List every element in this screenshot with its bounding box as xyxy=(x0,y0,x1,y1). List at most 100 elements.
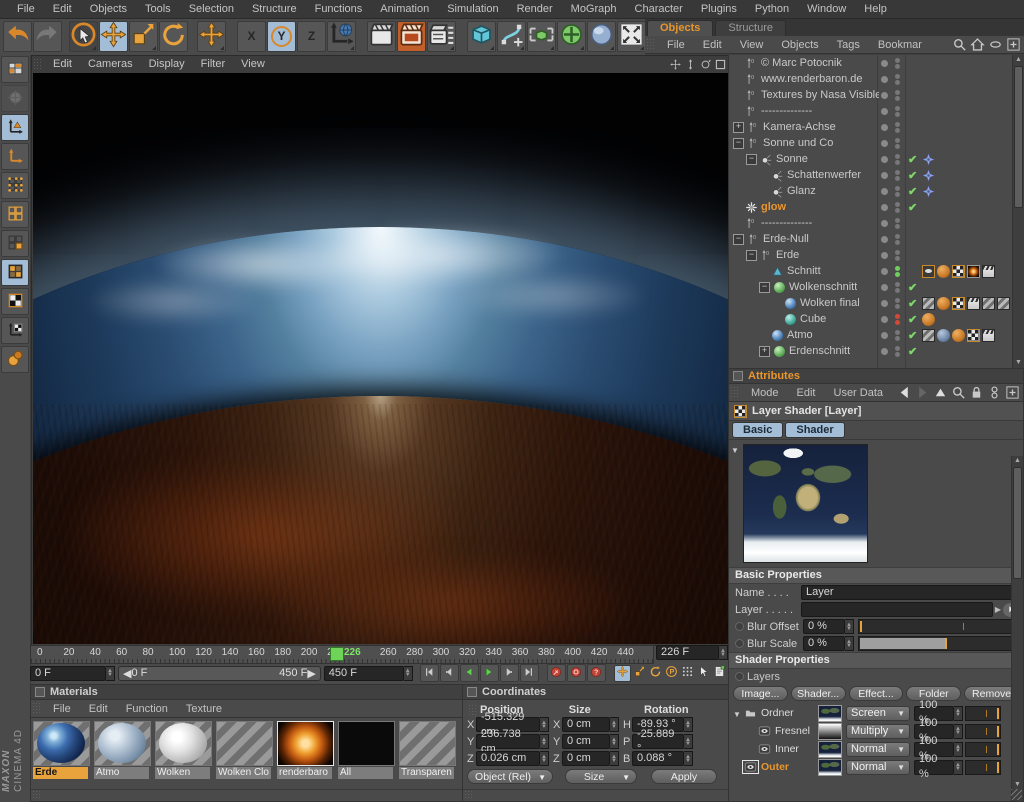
menu-animation[interactable]: Animation xyxy=(371,3,438,15)
blend-mode-dropdown[interactable]: Multiply▼ xyxy=(846,724,910,739)
visibility-toggles[interactable] xyxy=(895,217,900,229)
window-icon[interactable] xyxy=(35,687,45,697)
tree-row[interactable]: −0Sonne und Co xyxy=(729,135,1024,151)
back-button[interactable] xyxy=(897,385,912,400)
position-y-field[interactable]: 236.738 cm xyxy=(476,734,540,749)
attributes-tab-shader[interactable]: Shader xyxy=(785,422,844,438)
layer-dot[interactable] xyxy=(881,172,888,179)
move-button[interactable] xyxy=(99,21,128,52)
layer-dot[interactable] xyxy=(881,60,888,67)
loop-end-field-value[interactable]: 450 F xyxy=(324,666,404,681)
size-x-field[interactable]: 0 cm xyxy=(562,717,610,732)
material-thumbnail[interactable] xyxy=(277,721,334,766)
previous-key-button[interactable] xyxy=(440,664,459,682)
tree-row[interactable]: −Wolkenschnitt✔ xyxy=(729,279,1024,295)
search-button[interactable] xyxy=(952,37,967,52)
layer-dot[interactable] xyxy=(881,268,888,275)
position-z-field[interactable]: 0.026 cm xyxy=(476,751,540,766)
target-tag-icon[interactable] xyxy=(922,169,935,182)
clap-tag-icon[interactable] xyxy=(982,329,995,342)
tree-row[interactable]: 0www.renderbaron.de xyxy=(729,71,1024,87)
expand-minus-icon[interactable]: − xyxy=(759,282,770,293)
material-earth[interactable]: Erde xyxy=(33,721,92,779)
expand-minus-icon[interactable]: − xyxy=(746,250,757,261)
layer-thumbnail[interactable] xyxy=(818,759,842,776)
search-button[interactable] xyxy=(951,385,966,400)
render-picture-viewer-button[interactable] xyxy=(397,21,426,52)
orbit-button[interactable] xyxy=(699,58,712,71)
menu-window[interactable]: Window xyxy=(798,3,855,15)
timeline-range-slider[interactable]: ◀ 0 F450 F ▶ xyxy=(118,666,321,681)
render-settings-button[interactable] xyxy=(427,21,456,52)
visibility-toggles[interactable] xyxy=(895,233,900,245)
enabled-check-icon[interactable]: ✔ xyxy=(908,313,917,326)
visibility-toggles[interactable] xyxy=(895,73,900,85)
visibility-toggles[interactable] xyxy=(895,105,900,117)
tree-row[interactable]: 0© Marc Potocnik xyxy=(729,55,1024,71)
drag-grip[interactable] xyxy=(33,58,42,71)
checker-tag-icon[interactable] xyxy=(967,329,980,342)
animation-dot[interactable] xyxy=(735,639,744,648)
rotation-b-field[interactable]: 0.088 ° xyxy=(632,751,684,766)
layer-effect-button[interactable]: Effect... xyxy=(849,686,904,701)
layer-opacity-stepper[interactable]: ▲▼ xyxy=(954,760,963,775)
size-stepper[interactable]: ▲▼ xyxy=(610,751,619,766)
size-y-field[interactable]: 0 cm xyxy=(562,734,610,749)
drag-grip[interactable] xyxy=(730,386,739,400)
layer-dot[interactable] xyxy=(881,252,888,259)
eye-icon[interactable] xyxy=(757,743,772,755)
texture-tag-mode-button[interactable] xyxy=(1,288,29,315)
redo-button[interactable] xyxy=(33,21,62,52)
visibility-toggles[interactable] xyxy=(895,265,900,277)
tab-objects[interactable]: Objects xyxy=(647,20,713,36)
visibility-toggles[interactable] xyxy=(895,137,900,149)
window-icon[interactable] xyxy=(733,371,743,381)
enabled-check-icon[interactable]: ✔ xyxy=(908,281,917,294)
shader-layer-row[interactable]: FresnelMultiply▼100 %▲▼ xyxy=(733,722,1019,740)
position-stepper[interactable]: ▲▼ xyxy=(540,734,549,749)
tree-row[interactable]: 0-------------- xyxy=(729,103,1024,119)
forward-button[interactable] xyxy=(915,385,930,400)
visibility-toggles[interactable] xyxy=(895,249,900,261)
cube-primitive-button[interactable] xyxy=(467,21,496,52)
size-stepper[interactable]: ▲▼ xyxy=(610,717,619,732)
animation-dot[interactable] xyxy=(735,622,744,631)
drag-grip[interactable] xyxy=(468,704,477,716)
expand-minus-icon[interactable]: − xyxy=(733,138,744,149)
timeline-ruler[interactable]: 0204060801001201401601802002202602803003… xyxy=(30,645,654,664)
attributes-menu-edit[interactable]: Edit xyxy=(788,387,825,399)
record-keyframe-button[interactable] xyxy=(547,664,566,682)
layer-thumbnail[interactable] xyxy=(818,705,842,722)
autokeying-button[interactable] xyxy=(567,664,586,682)
blur-scale-stepper[interactable]: ▲▼ xyxy=(845,636,854,651)
attributes-scrollbar[interactable]: ▲▼ xyxy=(1011,456,1023,801)
menu-help[interactable]: Help xyxy=(855,3,896,15)
materials-menu-texture[interactable]: Texture xyxy=(177,703,231,715)
blend-mode-dropdown[interactable]: Normal▼ xyxy=(846,742,910,757)
polygons-mode-button[interactable] xyxy=(1,230,29,257)
layer-dot[interactable] xyxy=(881,92,888,99)
keyframe-selection-toggle[interactable] xyxy=(696,666,711,681)
material-thumbnail[interactable] xyxy=(94,721,151,766)
visibility-toggles[interactable] xyxy=(895,185,900,197)
live-selection-button[interactable] xyxy=(69,21,98,52)
key-pla-toggle[interactable] xyxy=(680,666,695,681)
record-options-button[interactable]: ? xyxy=(587,664,606,682)
lock-button[interactable] xyxy=(969,385,984,400)
make-editable-button[interactable] xyxy=(1,56,29,83)
current-frame-field[interactable]: 226 F ▲▼ xyxy=(656,645,728,662)
material-thumbnail[interactable] xyxy=(399,721,456,766)
sphere-tag-icon[interactable] xyxy=(952,329,965,342)
size-z-field[interactable]: 0 cm xyxy=(562,751,610,766)
visibility-toggles[interactable] xyxy=(895,201,900,213)
go-to-end-button[interactable] xyxy=(520,664,539,682)
zoom-button[interactable] xyxy=(684,58,697,71)
rotation-stepper[interactable]: ▲▼ xyxy=(684,751,693,766)
expand-plus-icon[interactable]: + xyxy=(733,122,744,133)
layer-dot[interactable] xyxy=(881,348,888,355)
om-menu-file[interactable]: File xyxy=(658,39,694,51)
expand-plus-icon[interactable]: + xyxy=(759,346,770,357)
tree-row[interactable]: −0Erde-Null xyxy=(729,231,1024,247)
visibility-toggles[interactable] xyxy=(895,169,900,181)
material-thumbnail[interactable] xyxy=(33,721,90,766)
